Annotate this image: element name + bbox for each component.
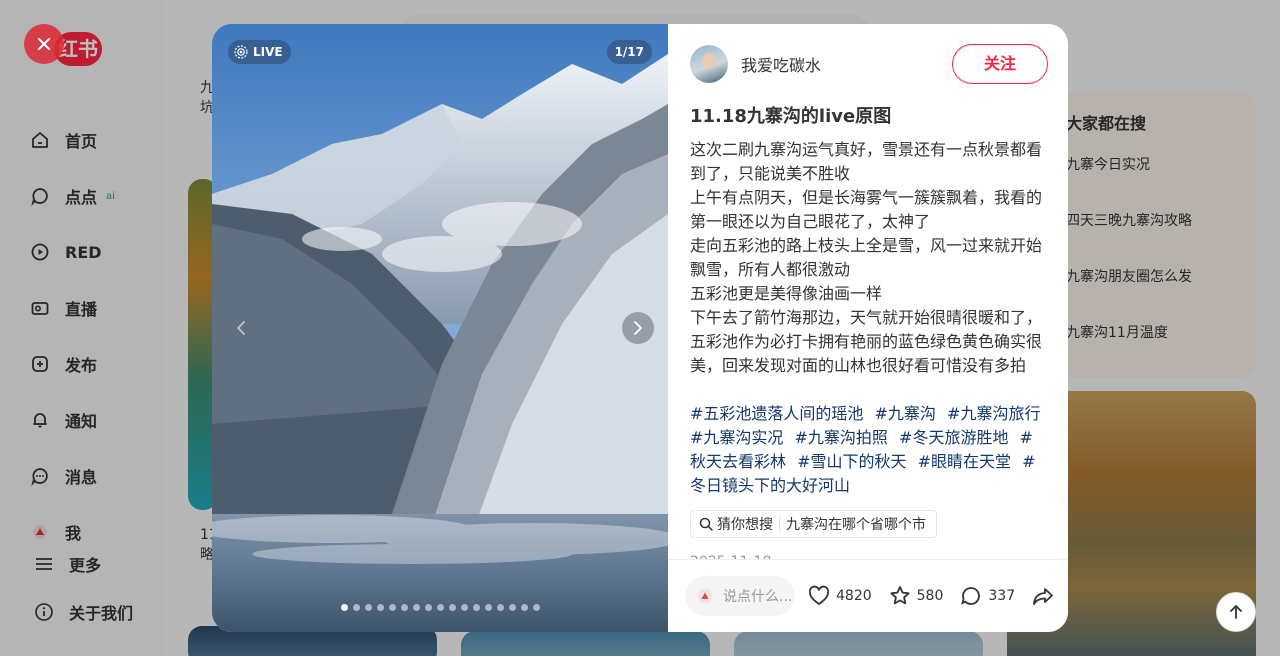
user-avatar-icon — [697, 588, 713, 604]
hashtag-link[interactable]: #九寨沟拍照 — [795, 428, 888, 447]
pagination-dot[interactable] — [352, 604, 360, 611]
note-text-line: 五彩池更是美得像油画一样 — [690, 284, 883, 303]
follow-button[interactable]: 关注 — [952, 44, 1048, 84]
note-content: 我爱吃碳水 关注 11.18九寨沟的live原图 这次二刷九寨沟运气真好，雪景还… — [668, 24, 1068, 632]
hashtag-list: #五彩池遗落人间的瑶池 #九寨沟 #九寨沟旅行 #九寨沟实况 #九寨沟拍照 #冬… — [690, 402, 1048, 498]
pagination-dot[interactable] — [424, 604, 432, 611]
note-image — [212, 24, 668, 632]
engagement-bar: 说点什么... 4820 580 337 — [668, 559, 1068, 632]
pagination-dot[interactable] — [496, 604, 504, 611]
star-icon — [890, 586, 910, 605]
pagination-dot[interactable] — [508, 604, 516, 611]
author-avatar[interactable] — [690, 45, 728, 83]
note-text-line: 下午去了箭竹海那边，天气就开始很晴很暖和了，五彩池作为必打卡拥有艳丽的蓝色绿色黄… — [690, 308, 1043, 375]
author-bar: 我爱吃碳水 关注 — [690, 44, 1048, 84]
share-button[interactable] — [1031, 584, 1060, 608]
pagination-dot[interactable] — [484, 604, 492, 611]
hashtag-link[interactable]: #眼睛在天堂 — [918, 452, 1011, 471]
hashtag-link[interactable]: #九寨沟实况 — [690, 428, 783, 447]
pagination-dot[interactable] — [412, 604, 420, 611]
hashtag-link[interactable]: #九寨沟旅行 — [947, 404, 1040, 423]
comment-count: 337 — [988, 588, 1016, 604]
chevron-right-icon — [634, 321, 642, 335]
note-scroll-area[interactable]: 11.18九寨沟的live原图 这次二刷九寨沟运气真好，雪景还有一点秋景都看到了… — [690, 104, 1048, 559]
comment-icon — [961, 587, 981, 605]
like-button[interactable]: 4820 — [807, 584, 872, 608]
pagination-dot[interactable] — [364, 604, 372, 611]
note-text-line: 走向五彩池的路上枝头上全是雪，风一过来就开始飘雪，所有人都很激动 — [690, 236, 1043, 279]
back-to-top-button[interactable] — [1216, 592, 1256, 632]
collect-count: 580 — [916, 588, 944, 604]
divider — [779, 517, 780, 531]
pagination-dot[interactable] — [340, 604, 348, 611]
image-counter: 1/17 — [606, 40, 652, 64]
live-icon — [234, 45, 248, 59]
pagination-dot[interactable] — [448, 604, 456, 611]
share-icon — [1033, 588, 1054, 605]
author-name[interactable]: 我爱吃碳水 — [741, 52, 821, 76]
comment-placeholder: 说点什么... — [723, 589, 793, 605]
search-icon — [699, 517, 713, 531]
close-button[interactable] — [24, 24, 64, 64]
guess-search-chip[interactable]: 猜你想搜 九寨沟在哪个省哪个市 — [690, 510, 937, 538]
carousel-pagination — [212, 604, 668, 611]
pagination-dot[interactable] — [376, 604, 384, 611]
live-badge[interactable]: LIVE — [228, 40, 291, 64]
hashtag-link[interactable]: #九寨沟 — [875, 404, 936, 423]
pagination-dot[interactable] — [388, 604, 396, 611]
pagination-dot[interactable] — [400, 604, 408, 611]
close-icon — [38, 38, 50, 50]
prev-image-button[interactable] — [225, 312, 257, 344]
heart-icon — [808, 585, 830, 605]
hashtag-link[interactable]: #五彩池遗落人间的瑶池 — [690, 404, 863, 423]
note-text-line: 这次二刷九寨沟运气真好，雪景还有一点秋景都看到了，只能说美不胜收 — [690, 140, 1043, 183]
live-label: LIVE — [253, 45, 283, 59]
chevron-left-icon — [237, 321, 245, 335]
collect-button[interactable]: 580 — [888, 584, 944, 608]
pagination-dot[interactable] — [532, 604, 540, 611]
guess-query: 九寨沟在哪个省哪个市 — [786, 517, 926, 533]
guess-label: 猜你想搜 — [717, 517, 773, 533]
comment-button[interactable]: 337 — [959, 584, 1015, 608]
pagination-dot[interactable] — [472, 604, 480, 611]
hashtag-link[interactable]: #雪山下的秋天 — [797, 452, 906, 471]
comment-input[interactable]: 说点什么... — [685, 576, 795, 616]
note-detail-modal: LIVE 1/17 我爱吃碳水 关注 11.18九寨沟的live原图 这次二刷九… — [212, 24, 1068, 632]
arrow-up-icon — [1230, 605, 1242, 619]
pagination-dot[interactable] — [436, 604, 444, 611]
like-count: 4820 — [836, 588, 872, 604]
pagination-dot[interactable] — [460, 604, 468, 611]
hashtag-link[interactable]: #冬天旅游胜地 — [899, 428, 1008, 447]
note-text-line: 上午有点阴天，但是长海雾气一簇簇飘着，我看的第一眼还以为自己眼花了，太神了 — [690, 188, 1043, 231]
pagination-dot[interactable] — [520, 604, 528, 611]
image-carousel[interactable]: LIVE 1/17 — [212, 24, 668, 632]
note-title: 11.18九寨沟的live原图 — [690, 106, 892, 127]
next-image-button[interactable] — [622, 312, 654, 344]
